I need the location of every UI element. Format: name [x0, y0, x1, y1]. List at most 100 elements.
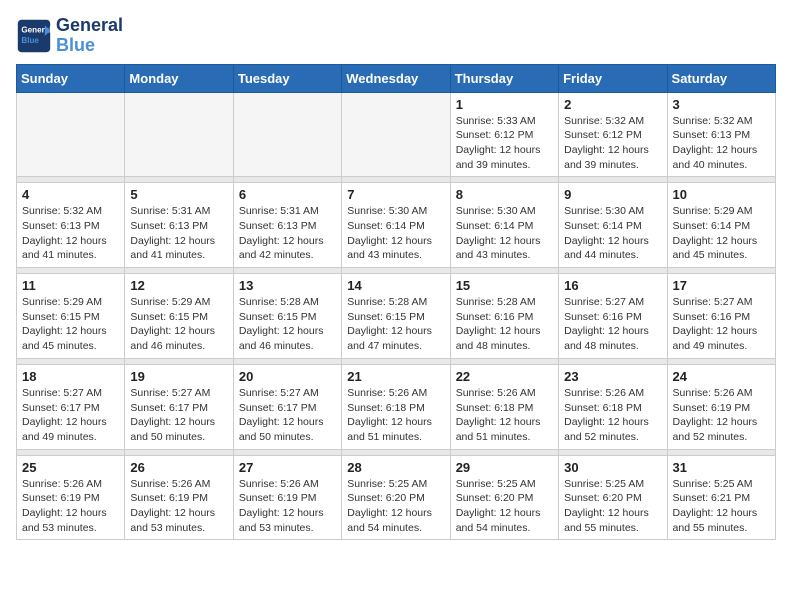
day-number: 23 — [564, 369, 661, 384]
day-info: Sunrise: 5:26 AMSunset: 6:19 PMDaylight:… — [673, 386, 770, 445]
day-info: Sunrise: 5:31 AMSunset: 6:13 PMDaylight:… — [130, 204, 227, 263]
header: General Blue General Blue — [16, 16, 776, 56]
day-info: Sunrise: 5:33 AMSunset: 6:12 PMDaylight:… — [456, 114, 553, 173]
calendar-cell: 7Sunrise: 5:30 AMSunset: 6:14 PMDaylight… — [342, 183, 450, 268]
calendar-cell: 17 Sunrise: 5:27 AMSunset: 6:16 PMDayligh… — [667, 274, 775, 359]
day-number: 12 — [130, 278, 227, 293]
day-number: 29 — [456, 460, 553, 475]
day-info: Sunrise: 5:25 AMSunset: 6:20 PMDaylight:… — [456, 477, 553, 536]
calendar-header-thursday: Thursday — [450, 64, 558, 92]
calendar-header-wednesday: Wednesday — [342, 64, 450, 92]
calendar-week-row-5: 25 Sunrise: 5:26 AMSunset: 6:19 PMDayligh… — [17, 455, 776, 540]
day-info: Sunrise: 5:27 AMSunset: 6:16 PMDaylight:… — [673, 295, 770, 354]
calendar-cell: 22Sunrise: 5:26 AMSunset: 6:18 PMDayligh… — [450, 364, 558, 449]
day-info: Sunrise: 5:27 AMSunset: 6:17 PMDaylight:… — [130, 386, 227, 445]
calendar-header-friday: Friday — [559, 64, 667, 92]
calendar-cell — [342, 92, 450, 177]
calendar-cell: 16 Sunrise: 5:27 AMSunset: 6:16 PMDayligh… — [559, 274, 667, 359]
calendar-cell: 29 Sunrise: 5:25 AMSunset: 6:20 PMDayligh… — [450, 455, 558, 540]
calendar-header-row: SundayMondayTuesdayWednesdayThursdayFrid… — [17, 64, 776, 92]
day-info: Sunrise: 5:26 AMSunset: 6:19 PMDaylight:… — [130, 477, 227, 536]
calendar-cell: 4Sunrise: 5:32 AMSunset: 6:13 PMDaylight… — [17, 183, 125, 268]
day-number: 13 — [239, 278, 336, 293]
calendar-cell — [17, 92, 125, 177]
calendar-cell: 3Sunrise: 5:32 AMSunset: 6:13 PMDaylight… — [667, 92, 775, 177]
day-number: 5 — [130, 187, 227, 202]
calendar-cell: 21Sunrise: 5:26 AMSunset: 6:18 PMDayligh… — [342, 364, 450, 449]
day-number: 11 — [22, 278, 119, 293]
day-number: 2 — [564, 97, 661, 112]
day-info: Sunrise: 5:32 AMSunset: 6:12 PMDaylight:… — [564, 114, 661, 173]
day-number: 1 — [456, 97, 553, 112]
day-info: Sunrise: 5:27 AMSunset: 6:17 PMDaylight:… — [239, 386, 336, 445]
day-number: 22 — [456, 369, 553, 384]
calendar-cell: 10 Sunrise: 5:29 AMSunset: 6:14 PMDayligh… — [667, 183, 775, 268]
calendar-header-sunday: Sunday — [17, 64, 125, 92]
day-number: 20 — [239, 369, 336, 384]
day-number: 17 — [673, 278, 770, 293]
day-number: 16 — [564, 278, 661, 293]
calendar-cell: 1 Sunrise: 5:33 AMSunset: 6:12 PMDaylight… — [450, 92, 558, 177]
day-number: 21 — [347, 369, 444, 384]
calendar-cell: 15 Sunrise: 5:28 AMSunset: 6:16 PMDayligh… — [450, 274, 558, 359]
day-number: 26 — [130, 460, 227, 475]
day-info: Sunrise: 5:27 AMSunset: 6:17 PMDaylight:… — [22, 386, 119, 445]
calendar-cell: 24 Sunrise: 5:26 AMSunset: 6:19 PMDayligh… — [667, 364, 775, 449]
calendar-cell: 14 Sunrise: 5:28 AMSunset: 6:15 PMDayligh… — [342, 274, 450, 359]
day-number: 10 — [673, 187, 770, 202]
day-info: Sunrise: 5:29 AMSunset: 6:14 PMDaylight:… — [673, 204, 770, 263]
day-number: 25 — [22, 460, 119, 475]
calendar-cell: 30 Sunrise: 5:25 AMSunset: 6:20 PMDayligh… — [559, 455, 667, 540]
calendar-cell — [125, 92, 233, 177]
calendar-cell: 23 Sunrise: 5:26 AMSunset: 6:18 PMDayligh… — [559, 364, 667, 449]
day-info: Sunrise: 5:26 AMSunset: 6:18 PMDaylight:… — [564, 386, 661, 445]
day-number: 6 — [239, 187, 336, 202]
calendar-cell: 13 Sunrise: 5:28 AMSunset: 6:15 PMDayligh… — [233, 274, 341, 359]
calendar-cell: 19 Sunrise: 5:27 AMSunset: 6:17 PMDayligh… — [125, 364, 233, 449]
calendar-cell: 31 Sunrise: 5:25 AMSunset: 6:21 PMDayligh… — [667, 455, 775, 540]
day-number: 28 — [347, 460, 444, 475]
day-info: Sunrise: 5:27 AMSunset: 6:16 PMDaylight:… — [564, 295, 661, 354]
day-info: Sunrise: 5:28 AMSunset: 6:15 PMDaylight:… — [347, 295, 444, 354]
day-info: Sunrise: 5:28 AMSunset: 6:15 PMDaylight:… — [239, 295, 336, 354]
calendar-week-row-2: 4Sunrise: 5:32 AMSunset: 6:13 PMDaylight… — [17, 183, 776, 268]
calendar-cell: 11Sunrise: 5:29 AMSunset: 6:15 PMDayligh… — [17, 274, 125, 359]
calendar-cell: 25 Sunrise: 5:26 AMSunset: 6:19 PMDayligh… — [17, 455, 125, 540]
calendar-week-row-3: 11 Sunrise: 5:29 AMSunset: 6:15 PMDayligh… — [17, 274, 776, 359]
calendar-week-row-4: 18 Sunrise: 5:27 AMSunset: 6:17 PMDayligh… — [17, 364, 776, 449]
calendar-cell: 27Sunrise: 5:26 AMSunset: 6:19 PMDayligh… — [233, 455, 341, 540]
day-number: 15 — [456, 278, 553, 293]
day-info: Sunrise: 5:29 AMSunset: 6:15 PMDaylight:… — [130, 295, 227, 354]
logo-text-general: General — [56, 16, 123, 36]
day-number: 8 — [456, 187, 553, 202]
day-number: 31 — [673, 460, 770, 475]
day-number: 4 — [22, 187, 119, 202]
day-number: 24 — [673, 369, 770, 384]
calendar-week-row-1: 1 Sunrise: 5:33 AMSunset: 6:12 PMDaylight… — [17, 92, 776, 177]
day-info: Sunrise: 5:30 AMSunset: 6:14 PMDaylight:… — [456, 204, 553, 263]
logo-icon: General Blue — [16, 18, 52, 54]
day-number: 19 — [130, 369, 227, 384]
logo-text-blue: Blue — [56, 36, 123, 56]
calendar-cell: 5 Sunrise: 5:31 AMSunset: 6:13 PMDaylight… — [125, 183, 233, 268]
day-info: Sunrise: 5:26 AMSunset: 6:19 PMDaylight:… — [22, 477, 119, 536]
day-info: Sunrise: 5:28 AMSunset: 6:16 PMDaylight:… — [456, 295, 553, 354]
calendar-cell: 18 Sunrise: 5:27 AMSunset: 6:17 PMDayligh… — [17, 364, 125, 449]
day-number: 14 — [347, 278, 444, 293]
day-info: Sunrise: 5:25 AMSunset: 6:21 PMDaylight:… — [673, 477, 770, 536]
day-number: 27 — [239, 460, 336, 475]
day-info: Sunrise: 5:32 AMSunset: 6:13 PMDaylight:… — [673, 114, 770, 173]
svg-text:Blue: Blue — [21, 36, 39, 45]
calendar-cell: 12 Sunrise: 5:29 AMSunset: 6:15 PMDayligh… — [125, 274, 233, 359]
day-number: 30 — [564, 460, 661, 475]
calendar-cell: 20 Sunrise: 5:27 AMSunset: 6:17 PMDayligh… — [233, 364, 341, 449]
calendar-cell: 2 Sunrise: 5:32 AMSunset: 6:12 PMDaylight… — [559, 92, 667, 177]
calendar-cell: 26 Sunrise: 5:26 AMSunset: 6:19 PMDayligh… — [125, 455, 233, 540]
day-number: 9 — [564, 187, 661, 202]
calendar-cell — [233, 92, 341, 177]
day-number: 18 — [22, 369, 119, 384]
calendar-header-tuesday: Tuesday — [233, 64, 341, 92]
logo: General Blue General Blue — [16, 16, 123, 56]
day-info: Sunrise: 5:25 AMSunset: 6:20 PMDaylight:… — [564, 477, 661, 536]
calendar-cell: 6Sunrise: 5:31 AMSunset: 6:13 PMDaylight… — [233, 183, 341, 268]
